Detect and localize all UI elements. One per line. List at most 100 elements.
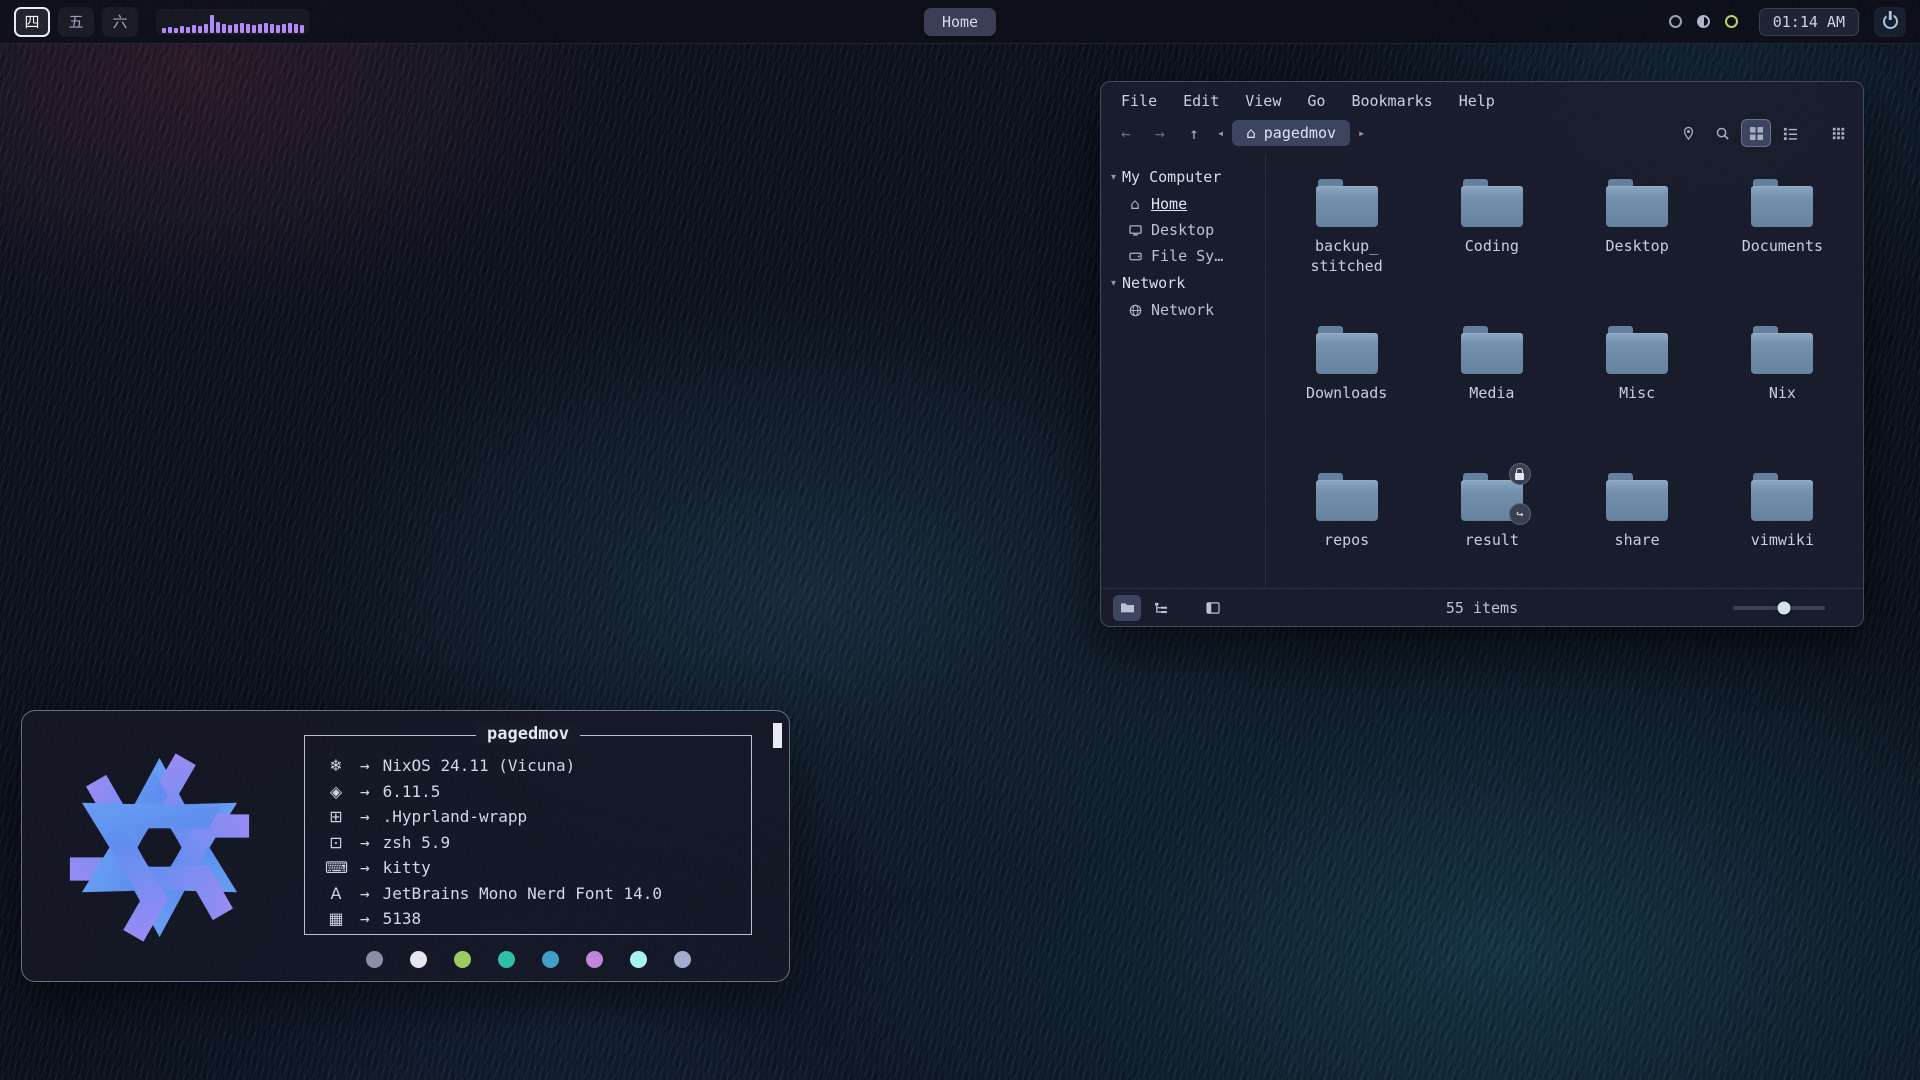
folder-icon: [1120, 601, 1135, 614]
menu-edit[interactable]: Edit: [1183, 92, 1219, 110]
circle-half-icon[interactable]: [1697, 15, 1710, 28]
location-button[interactable]: [1673, 119, 1703, 147]
chevron-down-icon: ▾: [1111, 172, 1116, 183]
visualizer-bar: [198, 26, 202, 33]
menu-view[interactable]: View: [1245, 92, 1281, 110]
menu-file[interactable]: File: [1121, 92, 1157, 110]
font-icon: [325, 881, 347, 907]
zoom-slider-handle[interactable]: [1777, 601, 1790, 614]
file-item[interactable]: Desktop: [1566, 167, 1708, 314]
circle-green-icon[interactable]: [1725, 15, 1738, 28]
packages-icon: [325, 906, 347, 932]
fetch-value: JetBrains Mono Nerd Font 14.0: [383, 881, 662, 907]
sidebar-section-network[interactable]: ▾ Network: [1109, 269, 1257, 297]
fetch-value: kitty: [383, 855, 431, 881]
arrow-icon: →: [360, 855, 370, 881]
top-bar: 四 五 六 Home 01:14 AM: [0, 0, 1920, 44]
workspace-button-2[interactable]: 五: [58, 7, 94, 37]
fetch-row-kernel: → 6.11.5: [325, 779, 731, 805]
visualizer-bar: [270, 24, 274, 33]
folder-icon: [1606, 179, 1668, 227]
visualizer-bar: [210, 15, 214, 33]
folder-icon: [1316, 473, 1378, 521]
visualizer: [156, 9, 310, 35]
file-item[interactable]: Misc: [1566, 314, 1708, 461]
tree-pane-button[interactable]: [1147, 595, 1175, 621]
visualizer-bar: [186, 27, 190, 33]
sidebar-item-home[interactable]: ⌂ Home: [1109, 191, 1257, 217]
workspace-button-1[interactable]: 四: [14, 7, 50, 37]
file-item[interactable]: vimwiki: [1711, 461, 1853, 608]
forward-button[interactable]: →: [1145, 119, 1175, 147]
breadcrumb[interactable]: ⌂ pagedmov: [1232, 120, 1350, 146]
fetch-value: .Hyprland-wrapp: [383, 804, 528, 830]
sidebar-section-label: Network: [1122, 274, 1185, 292]
link-emblem-icon: ↪: [1509, 503, 1531, 525]
fetch-row-os: → NixOS 24.11 (Vicuna): [325, 753, 731, 779]
visualizer-bar: [174, 28, 178, 33]
file-item[interactable]: Nix: [1711, 314, 1853, 461]
back-button[interactable]: ←: [1111, 119, 1141, 147]
file-grid: backup_ stitched Coding Desktop Document…: [1266, 155, 1863, 588]
side-pane-toggle-button[interactable]: [1199, 595, 1227, 621]
drive-icon: [1127, 251, 1143, 262]
fetch-info-box: pagedmov → NixOS 24.11 (Vicuna) → 6.11.5…: [304, 735, 752, 935]
system-tray: 01:14 AM: [1669, 7, 1906, 37]
arrow-icon: →: [360, 830, 370, 856]
file-item[interactable]: backup_ stitched: [1276, 167, 1418, 314]
compact-view-button[interactable]: [1823, 119, 1853, 147]
visualizer-bar: [288, 23, 292, 33]
up-button[interactable]: ↑: [1179, 119, 1209, 147]
visualizer-bar: [216, 22, 220, 33]
fetch-value: 5138: [383, 906, 422, 932]
list-view-button[interactable]: [1775, 119, 1805, 147]
breadcrumb-prev-icon[interactable]: ◂: [1213, 126, 1228, 140]
file-item[interactable]: Media: [1421, 314, 1563, 461]
arrow-icon: →: [360, 753, 370, 779]
fetch-value: zsh 5.9: [383, 830, 450, 856]
tree-icon: [1154, 602, 1168, 614]
home-button[interactable]: Home: [924, 8, 996, 36]
visualizer-bar: [258, 24, 262, 33]
sidebar-item-network[interactable]: Network: [1109, 297, 1257, 323]
shell-icon: [325, 830, 347, 856]
file-item[interactable]: Downloads: [1276, 314, 1418, 461]
file-item[interactable]: Coding: [1421, 167, 1563, 314]
palette-dot: [586, 951, 603, 968]
sidebar-section-computer[interactable]: ▾ My Computer: [1109, 163, 1257, 191]
palette-dot: [542, 951, 559, 968]
nixos-icon: [325, 753, 347, 779]
pin-icon: [1681, 126, 1696, 141]
folder-icon: [1316, 326, 1378, 374]
file-item[interactable]: share: [1566, 461, 1708, 608]
visualizer-bar: [168, 27, 172, 33]
places-pane-button[interactable]: [1113, 595, 1141, 621]
sidebar-item-filesystem[interactable]: File Sy…: [1109, 243, 1257, 269]
search-button[interactable]: [1707, 119, 1737, 147]
file-item[interactable]: Documents: [1711, 167, 1853, 314]
workspace-button-3[interactable]: 六: [102, 7, 138, 37]
nixos-logo: [44, 737, 274, 957]
file-manager-window: File Edit View Go Bookmarks Help ← → ↑ ◂…: [1100, 81, 1864, 627]
menu-go[interactable]: Go: [1307, 92, 1325, 110]
visualizer-bar: [180, 26, 184, 33]
clock[interactable]: 01:14 AM: [1759, 8, 1859, 36]
search-icon: [1715, 126, 1730, 141]
zoom-slider[interactable]: [1733, 600, 1825, 616]
power-button[interactable]: [1874, 7, 1906, 37]
fetch-hostname: pagedmov: [476, 724, 580, 744]
status-bar: 55 items: [1101, 588, 1863, 626]
circle-outline-icon[interactable]: [1669, 15, 1682, 28]
menu-help[interactable]: Help: [1459, 92, 1495, 110]
icon-view-button[interactable]: [1741, 119, 1771, 147]
menu-bookmarks[interactable]: Bookmarks: [1351, 92, 1432, 110]
file-item[interactable]: ↪ result: [1421, 461, 1563, 608]
visualizer-bar: [234, 24, 238, 33]
folder-icon: [1461, 326, 1523, 374]
sidebar-item-desktop[interactable]: Desktop: [1109, 217, 1257, 243]
breadcrumb-next-icon[interactable]: ▸: [1354, 126, 1369, 140]
arrow-icon: →: [360, 906, 370, 932]
fetch-row-wm: → .Hyprland-wrapp: [325, 804, 731, 830]
arrow-icon: →: [360, 804, 370, 830]
file-item[interactable]: repos: [1276, 461, 1418, 608]
